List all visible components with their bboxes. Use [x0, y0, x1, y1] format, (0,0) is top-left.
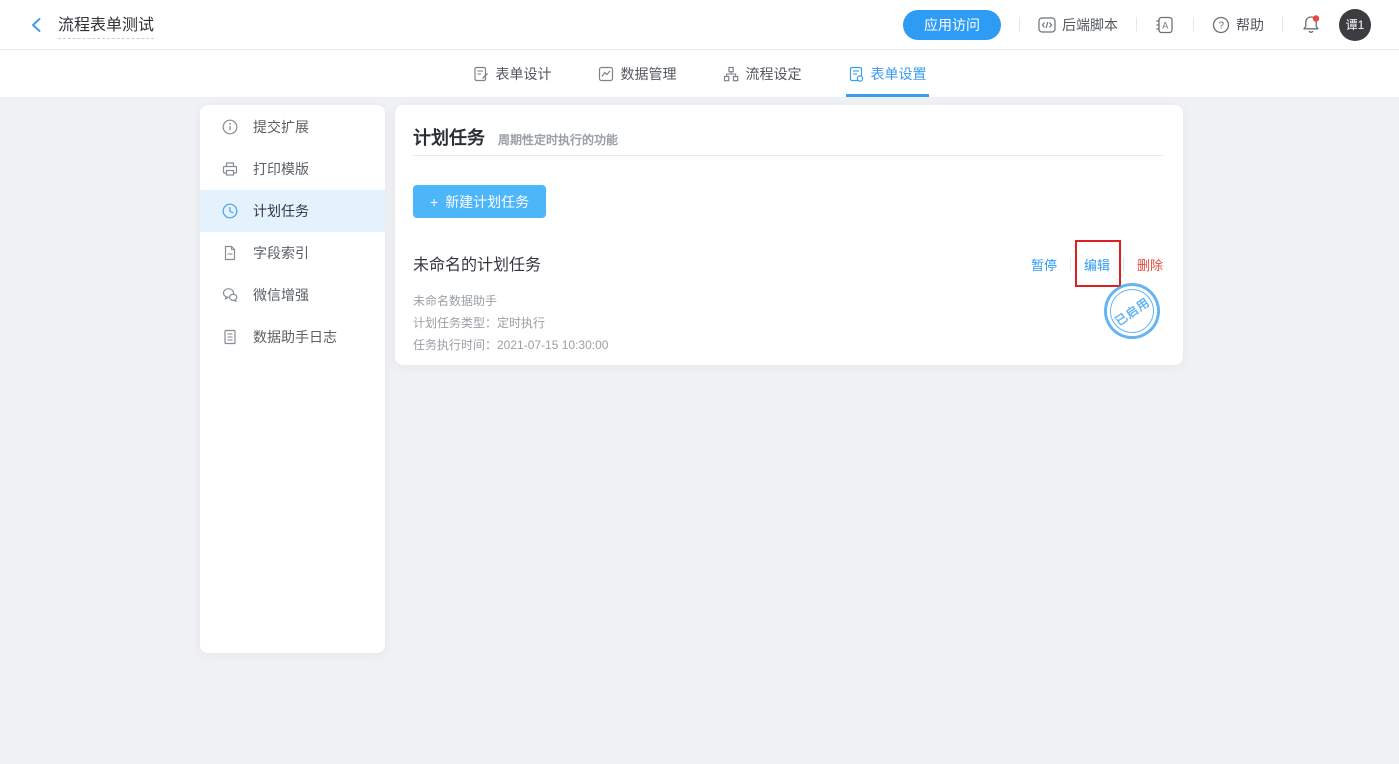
active-tab-underline: [846, 94, 929, 97]
edit-link[interactable]: 编辑: [1084, 258, 1110, 273]
header-actions: 应用访问 后端脚本 A ? 帮助 谭1: [903, 9, 1399, 41]
enabled-stamp-inner-ring: 已启用: [1101, 280, 1162, 341]
task-type-line: 计划任务类型：定时执行: [413, 312, 608, 334]
form-design-icon: [473, 66, 489, 82]
panel-header: 计划任务 周期性定时执行的功能: [413, 124, 618, 150]
tab-form-design[interactable]: 表单设计: [471, 50, 554, 97]
task-name: 未命名的计划任务: [413, 251, 541, 275]
question-circle-icon: ?: [1212, 16, 1230, 34]
file-icon: [222, 245, 238, 261]
avatar[interactable]: 谭1: [1339, 9, 1371, 41]
sidebar-item-print-template[interactable]: 打印模版: [200, 148, 385, 190]
new-scheduled-task-button[interactable]: + 新建计划任务: [413, 185, 546, 218]
enabled-stamp-label: 已启用: [1111, 293, 1153, 329]
code-icon: [1038, 17, 1056, 33]
flow-chart-icon: [723, 66, 739, 82]
clock-icon: [222, 203, 238, 219]
form-tabbar: 表单设计 数据管理 流程设定 表单设置: [0, 50, 1399, 98]
panel-divider: [413, 155, 1163, 156]
tab-form-settings[interactable]: 表单设置: [846, 50, 929, 97]
sidebar-item-scheduled-tasks[interactable]: 计划任务: [200, 190, 385, 232]
settings-sidebar: 提交扩展 打印模版 计划任务 字段索引 微信增强 数据助手日志: [200, 105, 385, 653]
pause-link[interactable]: 暂停: [1031, 255, 1057, 274]
app-access-button[interactable]: 应用访问: [903, 10, 1001, 40]
tab-flow-settings[interactable]: 流程设定: [721, 50, 804, 97]
data-chart-icon: [598, 66, 614, 82]
header-divider: [1282, 17, 1283, 32]
header-divider: [1136, 17, 1137, 32]
notification-bell-icon[interactable]: [1301, 14, 1321, 36]
info-circle-icon: [222, 119, 238, 135]
sidebar-item-label: 打印模版: [253, 159, 309, 179]
help-label: 帮助: [1236, 15, 1264, 35]
task-details: 未命名数据助手 计划任务类型：定时执行 任务执行时间：2021-07-15 10…: [413, 290, 608, 356]
help-button[interactable]: ? 帮助: [1212, 15, 1264, 35]
tab-label: 数据管理: [621, 64, 677, 84]
task-assistant-line: 未命名数据助手: [413, 290, 608, 312]
wechat-icon: [222, 287, 238, 303]
sidebar-item-label: 提交扩展: [253, 117, 309, 137]
tab-label: 表单设置: [871, 64, 927, 84]
address-book-button[interactable]: A: [1155, 16, 1175, 34]
page-title: 流程表单测试: [58, 11, 154, 39]
sidebar-item-label: 数据助手日志: [253, 327, 337, 347]
tab-label: 表单设计: [496, 64, 552, 84]
sidebar-item-label: 计划任务: [253, 201, 309, 221]
enabled-stamp: 已启用: [1093, 272, 1171, 350]
action-divider: [1123, 258, 1124, 271]
new-task-label: 新建计划任务: [445, 192, 529, 212]
panel-subtitle: 周期性定时执行的功能: [498, 131, 618, 148]
sidebar-item-data-assistant-log[interactable]: 数据助手日志: [200, 316, 385, 358]
sidebar-item-field-index[interactable]: 字段索引: [200, 232, 385, 274]
panel-title: 计划任务: [413, 124, 485, 150]
backend-script-label: 后端脚本: [1062, 15, 1118, 35]
task-time-line: 任务执行时间：2021-07-15 10:30:00: [413, 334, 608, 356]
sidebar-item-label: 字段索引: [253, 243, 309, 263]
backend-script-button[interactable]: 后端脚本: [1038, 15, 1118, 35]
sidebar-item-submit-extension[interactable]: 提交扩展: [200, 106, 385, 148]
sidebar-item-wechat-enhance[interactable]: 微信增强: [200, 274, 385, 316]
header-divider: [1193, 17, 1194, 32]
task-actions: 暂停 编辑 删除: [1031, 255, 1163, 274]
plus-icon: +: [430, 194, 438, 210]
action-divider: [1070, 258, 1071, 271]
scheduled-tasks-panel: 计划任务 周期性定时执行的功能 + 新建计划任务 未命名的计划任务 暂停 编辑 …: [395, 105, 1183, 365]
tab-label: 流程设定: [746, 64, 802, 84]
form-settings-icon: [848, 66, 864, 82]
address-book-icon: A: [1155, 16, 1175, 34]
tab-data-management[interactable]: 数据管理: [596, 50, 679, 97]
top-header: 流程表单测试 应用访问 后端脚本 A ? 帮助 谭1: [0, 0, 1399, 50]
svg-text:A: A: [1162, 20, 1168, 30]
log-document-icon: [222, 329, 238, 345]
svg-text:?: ?: [1219, 20, 1225, 31]
sidebar-item-label: 微信增强: [253, 285, 309, 305]
header-divider: [1019, 17, 1020, 32]
delete-link[interactable]: 删除: [1137, 255, 1163, 274]
printer-icon: [222, 161, 238, 177]
edit-link-wrap: 编辑: [1084, 255, 1110, 274]
back-icon[interactable]: [26, 14, 48, 36]
